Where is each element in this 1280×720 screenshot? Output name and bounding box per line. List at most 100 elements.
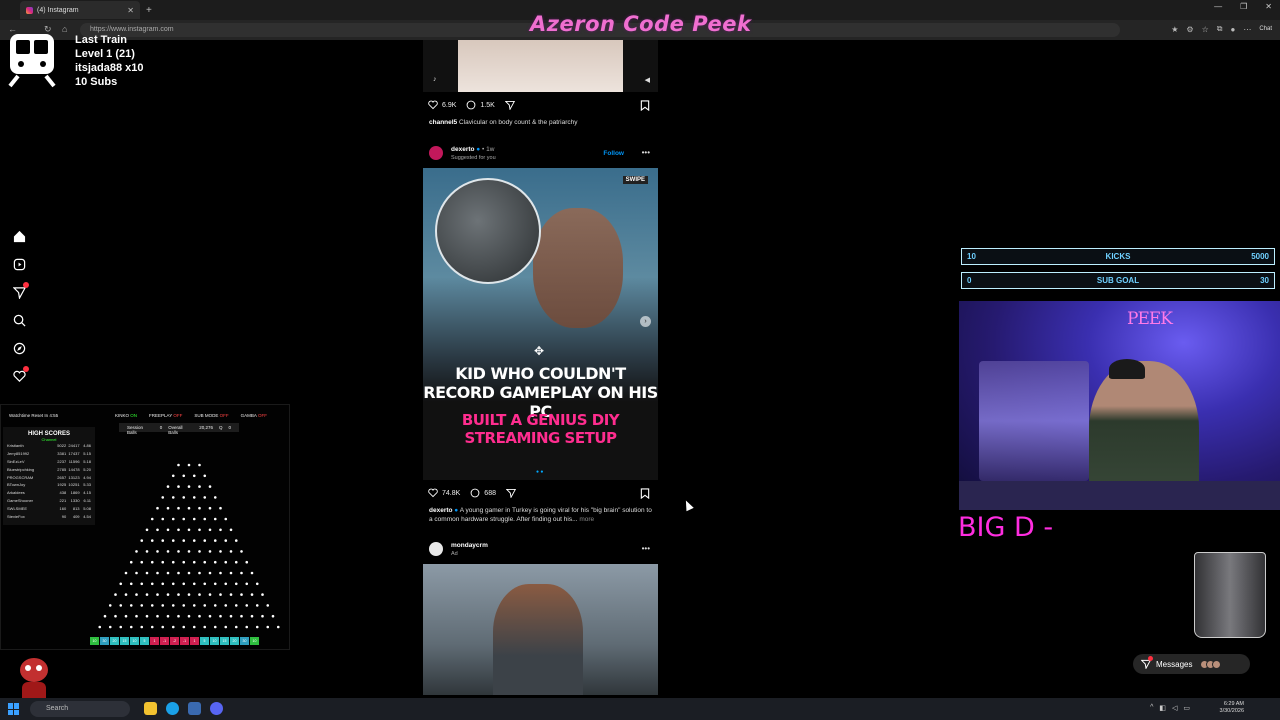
mode-sub: SUB MODE OFF [194, 413, 229, 418]
file-explorer-icon[interactable] [144, 702, 157, 715]
carousel-next-icon[interactable]: › [640, 316, 651, 327]
maximize-icon[interactable]: ❐ [1240, 2, 1247, 11]
star-icon[interactable]: ★ [1171, 25, 1178, 34]
windows-taskbar: Search ^ ◧ ◁ ▭ 6:29 AM 3/30/2026 [0, 698, 1280, 720]
plinko-peg [255, 604, 259, 607]
like-icon[interactable] [428, 488, 438, 498]
nav-reels[interactable] [12, 257, 26, 271]
menu-icon[interactable]: ⋯ [1243, 25, 1251, 34]
score-value-b: 14478 [68, 466, 80, 472]
plinko-peg [213, 604, 217, 607]
follow-button[interactable]: Follow [603, 150, 624, 157]
edge-icon[interactable] [166, 702, 179, 715]
train-title: Last Train [75, 34, 127, 46]
plinko-peg [187, 614, 191, 618]
plinko-slot: 15 [120, 637, 129, 645]
share-icon[interactable] [504, 100, 515, 110]
plinko-slots: 10 30 20 15 10 5 1 -1 -2 -1 1 5 10 15 20 30 10 [90, 637, 259, 645]
favorites-icon[interactable]: ☆ [1202, 25, 1209, 34]
post-photo-subject [493, 584, 583, 695]
plinko-peg [171, 582, 175, 586]
collections-icon[interactable]: ⧉ [1217, 24, 1223, 34]
plinko-peg [177, 528, 180, 532]
more-options-icon[interactable]: ••• [642, 148, 650, 157]
taskbar-clock[interactable]: 6:29 AM 3/30/2026 [1220, 701, 1244, 715]
comment-icon[interactable] [466, 100, 476, 110]
webcam-feed: PEEK [959, 301, 1280, 510]
battery-icon[interactable]: ▭ [1183, 704, 1190, 712]
score-name: PROGSCRAM [7, 474, 34, 480]
plinko-peg [198, 550, 201, 553]
plinko-peg [129, 625, 133, 629]
save-icon[interactable] [640, 100, 650, 111]
new-tab-icon[interactable]: + [146, 5, 152, 16]
plinko-peg [177, 463, 180, 467]
more-options-icon[interactable]: ••• [642, 544, 650, 553]
audio-icon[interactable]: ♪ [433, 76, 437, 83]
browser-tab-instagram[interactable]: (4) Instagram ✕ [20, 1, 140, 19]
plinko-peg [145, 593, 149, 596]
windows-start-icon[interactable] [8, 703, 20, 715]
avatar[interactable] [429, 542, 443, 556]
plinko-peg [213, 560, 217, 564]
nav-notifications[interactable] [12, 366, 29, 383]
store-icon[interactable] [188, 702, 201, 715]
nav-messages[interactable] [12, 282, 29, 299]
plinko-peg [250, 571, 254, 575]
more-link[interactable]: more [579, 516, 594, 523]
post-video[interactable] [423, 564, 658, 695]
plinko-peg [234, 560, 238, 564]
plinko-slot: 30 [240, 637, 249, 645]
mute-icon[interactable]: ◀ [645, 76, 650, 84]
plinko-peg [150, 604, 154, 607]
plinko-peg [177, 571, 180, 575]
score-name: BTownJoy [7, 482, 26, 488]
extensions-icon[interactable]: ⚙ [1186, 25, 1193, 34]
post-subheadline: BUILT A GENIUS DIY STREAMING SETUP [461, 411, 620, 447]
caption-username[interactable]: channel5 [429, 119, 457, 126]
nav-explore[interactable] [12, 341, 26, 355]
network-icon[interactable]: ◧ [1159, 704, 1166, 712]
plinko-peg [177, 485, 180, 488]
plinko-peg [171, 496, 175, 499]
plinko-peg [177, 506, 180, 510]
discord-icon[interactable] [210, 702, 223, 715]
save-icon[interactable] [640, 488, 650, 499]
chevron-up-icon[interactable]: ^ [1150, 704, 1153, 712]
plinko-peg [213, 517, 217, 521]
plinko-peg [213, 625, 217, 629]
close-window-icon[interactable]: ✕ [1265, 2, 1272, 11]
share-icon[interactable] [505, 488, 516, 498]
plinko-peg [150, 560, 154, 564]
nav-search[interactable] [12, 313, 26, 327]
caption-username[interactable]: dexerto [429, 507, 452, 514]
plinko-peg [187, 593, 191, 596]
table-row: StevieFox 90 409 4.54 [3, 512, 95, 520]
post-username[interactable]: dexerto ● • 1w [451, 146, 494, 153]
chat-button[interactable]: Chat [1259, 26, 1272, 32]
post-video[interactable]: ♪ ◀ [423, 40, 658, 92]
plinko-peg [177, 614, 180, 618]
close-tab-icon[interactable]: ✕ [127, 6, 134, 15]
messages-button[interactable]: Messages [1133, 654, 1250, 674]
nav-home[interactable] [12, 229, 26, 243]
comment-icon[interactable] [470, 488, 480, 498]
plinko-peg [161, 496, 165, 499]
plinko-slot: 20 [230, 637, 239, 645]
like-icon[interactable] [428, 100, 438, 110]
plinko-peg [171, 474, 175, 478]
post-username[interactable]: mondaycrm [451, 542, 488, 549]
taskbar-search[interactable]: Search [30, 701, 130, 717]
volume-icon[interactable]: ◁ [1172, 704, 1177, 712]
minimize-icon[interactable]: — [1214, 2, 1222, 11]
plinko-peg [266, 625, 270, 629]
inset-photo [435, 178, 541, 284]
score-value-c: 4.86 [83, 443, 91, 449]
post-image[interactable]: SWIPE ✥ KID WHO COULDN'T RECORD GAMEPLAY… [423, 168, 658, 480]
plinko-peg [245, 560, 249, 564]
profile-icon[interactable]: ● [1230, 25, 1235, 34]
avatar[interactable] [429, 146, 443, 160]
table-row: SWLSMEE 160 813 5.08 [3, 504, 95, 512]
home-icon[interactable]: ⌂ [62, 24, 67, 34]
plinko-peg [229, 571, 233, 575]
